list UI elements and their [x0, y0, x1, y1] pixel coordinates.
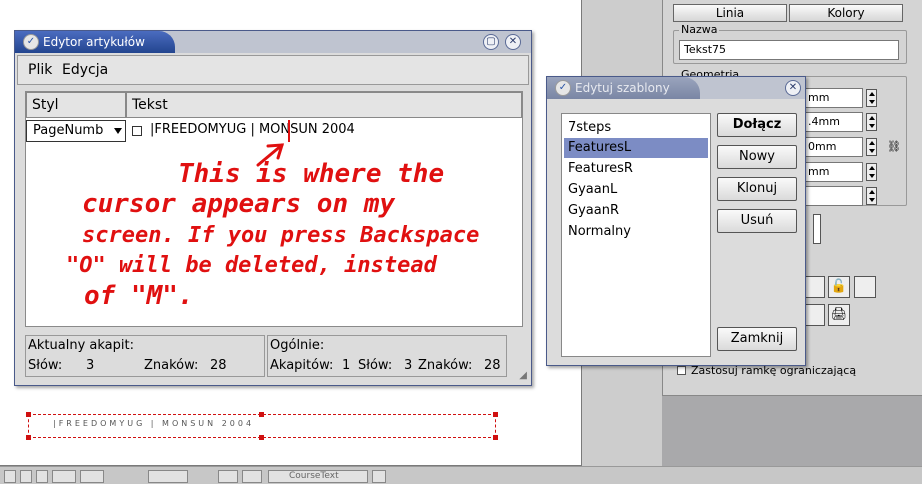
delete-button[interactable]: Usuń	[717, 209, 797, 233]
next-page-button[interactable]	[36, 470, 48, 483]
append-button[interactable]: Dołącz	[717, 113, 797, 137]
total-chars-label: Znaków:	[418, 358, 473, 373]
templates-titlebar[interactable]: ✓ Edytuj szablony ✕	[547, 77, 805, 99]
style-dropdown-button[interactable]	[372, 470, 386, 483]
total-words-label: Słów:	[358, 358, 393, 373]
geometry-width-field[interactable]: 0mm	[803, 137, 863, 157]
page-back-button[interactable]	[218, 470, 238, 483]
bounding-frame-checkbox[interactable]	[677, 366, 686, 375]
name-field[interactable]: Tekst75	[679, 40, 899, 60]
frame-text: |FREEDOMYUG | MONSUN 2004	[53, 419, 255, 428]
geometry-y-field[interactable]: .4mm	[803, 112, 863, 132]
words-label: Słów:	[28, 358, 63, 373]
frame-handle[interactable]	[493, 412, 498, 417]
current-paragraph-label: Aktualny akapit:	[28, 338, 134, 353]
total-stats: Ogólnie: Akapitów: 1 Słów: 3 Znaków: 28	[267, 335, 507, 377]
frame-handle[interactable]	[493, 435, 498, 440]
page-forward-button[interactable]	[242, 470, 262, 483]
list-item[interactable]: FeaturesL	[564, 138, 708, 158]
story-editor-window: ✓ Edytor artykułów ▢ ✕ Plik Edycja Styl …	[14, 30, 532, 386]
chevron-down-icon	[114, 128, 122, 134]
menu-file[interactable]: Plik	[28, 62, 52, 78]
edit-templates-dialog: ✓ Edytuj szablony ✕ 7steps FeaturesL Fea…	[546, 76, 806, 366]
bottom-toolbar: CourseText	[0, 466, 922, 484]
geometry-x-spinner[interactable]	[866, 89, 877, 107]
total-label: Ogólnie:	[270, 338, 325, 353]
editor-title: Edytor artykułów	[43, 35, 145, 49]
total-words-value: 3	[404, 358, 413, 373]
new-button[interactable]: Nowy	[717, 145, 797, 169]
frame-handle[interactable]	[26, 435, 31, 440]
layer-tool-icon[interactable]	[803, 304, 825, 326]
list-item[interactable]: Normalny	[564, 222, 708, 242]
basepoint-slider[interactable]	[813, 214, 821, 244]
text-frame[interactable]: |FREEDOMYUG | MONSUN 2004	[26, 412, 498, 440]
clone-button[interactable]: Klonuj	[717, 177, 797, 201]
paragraphs-label: Akapitów:	[270, 358, 334, 373]
name-label: Nazwa	[679, 23, 720, 36]
maximize-icon[interactable]: ▢	[483, 34, 499, 50]
style-selector[interactable]: CourseText	[268, 470, 368, 483]
size-lock-icon[interactable]	[854, 276, 876, 298]
frame-handle[interactable]	[26, 412, 31, 417]
prev-page-button[interactable]	[20, 470, 32, 483]
total-chars-value: 28	[484, 358, 501, 373]
editor-text-area[interactable]: Styl Tekst PageNumb |FREEDOMYUG | MONSUN…	[25, 91, 523, 327]
templates-title-tab: ✓ Edytuj szablony	[547, 77, 700, 99]
frame-handle[interactable]	[259, 412, 264, 417]
close-button[interactable]: Zamknij	[717, 327, 797, 351]
list-item[interactable]: GyaanR	[564, 201, 708, 221]
geometry-height-spinner[interactable]	[866, 163, 877, 181]
scribus-icon: ✓	[23, 34, 39, 50]
paragraphs-value: 1	[342, 358, 351, 373]
resize-grip-icon[interactable]: ◢	[519, 370, 527, 381]
list-item[interactable]: FeaturesR	[564, 159, 708, 179]
close-icon[interactable]: ✕	[785, 80, 801, 96]
rotation-field[interactable]	[803, 186, 863, 206]
tab-line[interactable]: Linia	[673, 4, 787, 22]
list-item[interactable]: 7steps	[564, 118, 708, 138]
paragraph-text[interactable]: |FREEDOMYUG | MONSUN 2004	[150, 121, 374, 139]
zoom-field[interactable]	[148, 470, 188, 483]
text-cursor	[288, 120, 290, 142]
chars-value: 28	[210, 358, 227, 373]
current-paragraph-stats: Aktualny akapit: Słów: 3 Znaków: 28	[25, 335, 265, 377]
flip-tool-icon[interactable]	[803, 276, 825, 298]
chain-link-icon[interactable]: ⛓	[887, 140, 901, 153]
editor-title-tab: ✓ Edytor artykułów	[15, 31, 175, 53]
geometry-width-spinner[interactable]	[866, 138, 877, 156]
scribus-icon: ✓	[555, 80, 571, 96]
menu-edit[interactable]: Edycja	[62, 62, 108, 78]
zoom-out-button[interactable]	[52, 470, 76, 483]
rotation-spinner[interactable]	[866, 187, 877, 205]
lock-icon[interactable]: 🔓	[828, 276, 850, 298]
frame-handle[interactable]	[259, 435, 264, 440]
templates-title: Edytuj szablony	[575, 81, 670, 95]
paragraph-style-value: PageNumb	[33, 123, 104, 138]
paragraph-style-combo[interactable]: PageNumb	[26, 120, 126, 142]
print-icon[interactable]: 🖨	[828, 304, 850, 326]
chars-label: Znaków:	[144, 358, 199, 373]
column-header-style[interactable]: Styl	[26, 92, 126, 118]
words-value: 3	[86, 358, 95, 373]
geometry-x-field[interactable]: mm	[803, 88, 863, 108]
geometry-height-field[interactable]: mm	[803, 162, 863, 182]
editor-titlebar[interactable]: ✓ Edytor artykułów ▢ ✕	[15, 31, 531, 53]
close-icon[interactable]: ✕	[505, 34, 521, 50]
menu-bar: Plik Edycja	[17, 55, 529, 85]
first-page-button[interactable]	[4, 470, 16, 483]
list-item[interactable]: GyaanL	[564, 180, 708, 200]
paragraph-checkbox[interactable]	[132, 126, 142, 136]
tab-colors[interactable]: Kolory	[789, 4, 903, 22]
template-list[interactable]: 7steps FeaturesL FeaturesR GyaanL GyaanR…	[561, 113, 711, 357]
geometry-y-spinner[interactable]	[866, 113, 877, 131]
column-header-text[interactable]: Tekst	[126, 92, 522, 118]
zoom-in-button[interactable]	[80, 470, 104, 483]
